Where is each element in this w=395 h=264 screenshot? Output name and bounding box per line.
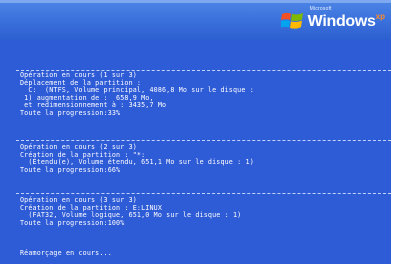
logo-microsoft-text: Microsoft: [309, 5, 332, 12]
setup-screen: Microsoft Windowsxp Opération en cours (…: [0, 0, 391, 264]
windows-flag-icon: [280, 12, 303, 29]
logo-windows-text: Windows: [307, 12, 376, 30]
progress-line: Toute la progression:33%: [20, 108, 121, 117]
top-banner: Microsoft Windowsxp: [0, 0, 391, 40]
status-area: Réamorçage en cours...: [20, 249, 112, 258]
reboot-status-text: Réamorçage en cours...: [20, 249, 112, 257]
windows-xp-logo: Microsoft Windowsxp: [280, 6, 385, 34]
logo-wordmark: Microsoft Windowsxp: [307, 6, 385, 30]
operation-block-3: Opération en cours (3 sur 3) Création de…: [20, 196, 241, 227]
progress-line: Toute la progression:100%: [20, 218, 125, 227]
logo-xp-text: xp: [375, 11, 385, 21]
progress-line: Toute la progression:66%: [20, 165, 121, 174]
banner-highlight: [0, 0, 391, 3]
operation-block-2: Opération en cours (2 sur 3) Création de…: [20, 143, 254, 174]
operation-block-1: Opération en cours (1 sur 3) Déplacement…: [20, 71, 254, 118]
